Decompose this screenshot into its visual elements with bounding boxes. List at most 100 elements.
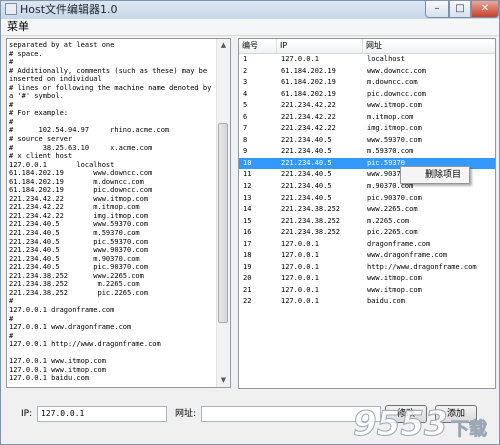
row-url-cell: m.itmop.com [367, 112, 414, 121]
scroll-up-icon[interactable]: ▲ [217, 39, 230, 52]
table-row[interactable]: 6 221.234.42.22 m.itmop.com [239, 112, 495, 124]
row-ip-cell: 221.234.40.5 [281, 182, 332, 191]
app-window: Host文件编辑器1.0 – □ ✕ 菜单 separated by at le… [0, 0, 500, 445]
context-menu-delete-item[interactable]: 删除项目 [425, 169, 461, 181]
context-menu: 删除项目 [400, 166, 470, 184]
row-url-cell: www.59370.com [367, 135, 422, 144]
row-url-cell: pic.2265.com [367, 228, 418, 237]
row-number-cell: 6 [243, 112, 248, 121]
table-row[interactable]: 21 127.0.0.1 www.itmop.com [239, 285, 495, 297]
row-ip-cell: 127.0.0.1 [281, 297, 319, 306]
row-ip-cell: 221.234.40.5 [281, 158, 332, 167]
ip-input[interactable]: 127.0.0.1 [37, 406, 167, 422]
table-row[interactable]: 22 127.0.0.1 baidu.com [239, 296, 495, 308]
row-ip-cell: 221.234.38.252 [281, 205, 341, 214]
table-header: 编号 IP 网址 [239, 39, 495, 54]
menu-bar: 菜单 [1, 19, 499, 36]
hosts-table: 编号 IP 网址 1 127.0.0.1 localhost 2 61.184.202.… [238, 38, 496, 389]
row-ip-cell: 221.234.42.22 [281, 124, 336, 133]
row-number-cell: 22 [243, 297, 252, 306]
row-url-cell: http://www.dragonframe.com [367, 262, 477, 271]
modify-button[interactable]: 修改 [385, 405, 427, 423]
hosts-text-content[interactable]: separated by at least one # space. # # A… [9, 41, 214, 385]
row-ip-cell: 221.234.40.5 [281, 135, 332, 144]
row-number-cell: 13 [243, 193, 252, 202]
row-number-cell: 9 [243, 147, 248, 156]
table-row[interactable]: 16 221.234.38.252 pic.2265.com [239, 227, 495, 239]
table-row[interactable]: 15 221.234.38.252 m.2265.com [239, 216, 495, 228]
table-row[interactable]: 17 127.0.0.1 dragonframe.com [239, 239, 495, 251]
row-ip-cell: 61.184.202.19 [281, 78, 336, 87]
row-url-cell: img.itmop.com [367, 124, 422, 133]
row-number-cell: 18 [243, 251, 252, 260]
table-row[interactable]: 1 127.0.0.1 localhost [239, 54, 495, 66]
title-bar[interactable]: Host文件编辑器1.0 – □ ✕ [1, 1, 499, 20]
menu-item-main[interactable]: 菜单 [7, 20, 29, 34]
table-row[interactable]: 7 221.234.42.22 img.itmop.com [239, 123, 495, 135]
table-row[interactable]: 19 127.0.0.1 http://www.dragonframe.com [239, 262, 495, 274]
row-number-cell: 8 [243, 135, 248, 144]
row-number-cell: 10 [243, 158, 252, 167]
table-row[interactable]: 9 221.234.40.5 m.59370.com [239, 146, 495, 158]
column-header-ip[interactable]: IP [277, 39, 363, 53]
row-url-cell: www.dragonframe.com [367, 251, 448, 260]
row-ip-cell: 127.0.0.1 [281, 262, 319, 271]
row-number-cell: 7 [243, 124, 248, 133]
row-ip-cell: 221.234.40.5 [281, 170, 332, 179]
editor-scrollbar[interactable]: ▲ ▼ [216, 39, 230, 387]
row-number-cell: 15 [243, 216, 252, 225]
row-number-cell: 14 [243, 205, 252, 214]
row-number-cell: 2 [243, 66, 248, 75]
row-ip-cell: 127.0.0.1 [281, 274, 319, 283]
row-url-cell: www.downcc.com [367, 66, 427, 75]
close-button[interactable]: ✕ [471, 1, 499, 18]
hosts-text-editor[interactable]: separated by at least one # space. # # A… [6, 38, 231, 388]
window-title: Host文件编辑器1.0 [20, 3, 118, 16]
row-ip-cell: 221.234.40.5 [281, 193, 332, 202]
row-number-cell: 16 [243, 228, 252, 237]
row-ip-cell: 221.234.42.22 [281, 101, 336, 110]
table-row[interactable]: 8 221.234.40.5 www.59370.com [239, 135, 495, 147]
row-number-cell: 12 [243, 182, 252, 191]
row-ip-cell: 127.0.0.1 [281, 55, 319, 63]
row-url-cell: baidu.com [367, 297, 405, 306]
row-ip-cell: 221.234.38.252 [281, 228, 341, 237]
row-number-cell: 11 [243, 170, 252, 179]
row-ip-cell: 61.184.202.19 [281, 66, 336, 75]
row-url-cell: dragonframe.com [367, 239, 431, 248]
table-row[interactable]: 18 127.0.0.1 www.dragonframe.com [239, 250, 495, 262]
scrollbar-thumb[interactable] [218, 123, 228, 323]
row-number-cell: 21 [243, 285, 252, 294]
table-row[interactable]: 2 61.184.202.19 www.downcc.com [239, 66, 495, 78]
column-header-number[interactable]: 编号 [239, 39, 277, 53]
url-label: 网址: [175, 409, 197, 419]
row-url-cell: localhost [367, 55, 405, 63]
row-url-cell: www.itmop.com [367, 274, 422, 283]
row-ip-cell: 127.0.0.1 [281, 285, 319, 294]
row-ip-cell: 221.234.42.22 [281, 112, 336, 121]
column-header-url[interactable]: 网址 [363, 39, 495, 53]
row-url-cell: pic.downcc.com [367, 89, 427, 98]
table-row[interactable]: 4 61.184.202.19 pic.downcc.com [239, 89, 495, 101]
row-number-cell: 5 [243, 101, 248, 110]
minimize-button[interactable]: – [425, 1, 449, 18]
table-row[interactable]: 14 221.234.38.252 www.2265.com [239, 204, 495, 216]
scroll-down-icon[interactable]: ▼ [217, 374, 230, 387]
row-number-cell: 3 [243, 78, 248, 87]
row-number-cell: 4 [243, 89, 248, 98]
table-row[interactable]: 13 221.234.40.5 pic.90370.com [239, 193, 495, 205]
maximize-button[interactable]: □ [449, 1, 471, 18]
row-ip-cell: 221.234.38.252 [281, 216, 341, 225]
row-ip-cell: 127.0.0.1 [281, 251, 319, 260]
row-ip-cell: 221.234.40.5 [281, 147, 332, 156]
add-button[interactable]: 添加 [435, 405, 477, 423]
table-row[interactable]: 5 221.234.42.22 www.itmop.com [239, 100, 495, 112]
app-icon [5, 3, 17, 15]
row-url-cell: www.itmop.com [367, 101, 422, 110]
table-row[interactable]: 3 61.184.202.19 m.downcc.com [239, 77, 495, 89]
url-input[interactable] [201, 406, 381, 422]
table-row[interactable]: 20 127.0.0.1 www.itmop.com [239, 273, 495, 285]
row-ip-cell: 127.0.0.1 [281, 239, 319, 248]
row-url-cell: www.2265.com [367, 205, 418, 214]
row-number-cell: 20 [243, 274, 252, 283]
